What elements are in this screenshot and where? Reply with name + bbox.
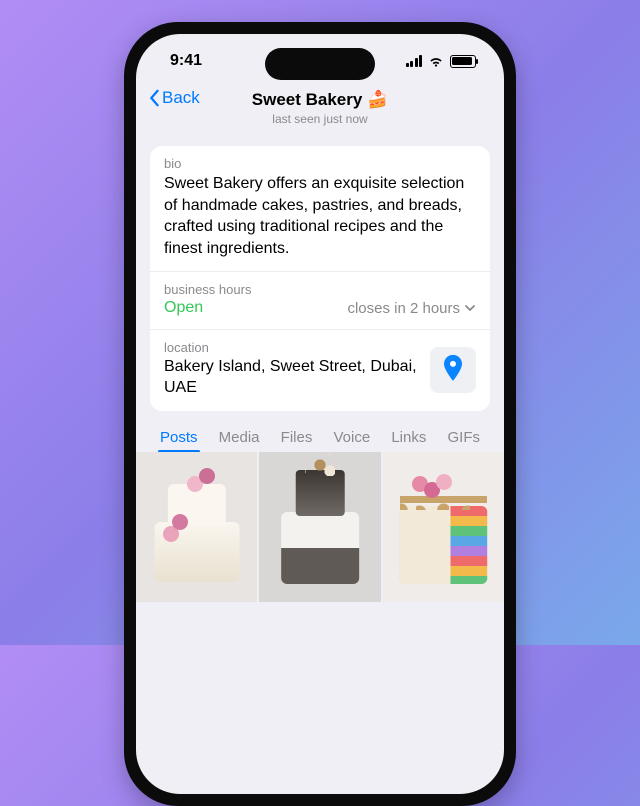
screen: 9:41 Back Sweet Bakery 🍰 last seen just … [136,34,504,794]
back-label: Back [162,88,200,108]
tab-files[interactable]: Files [281,429,313,446]
tab-posts[interactable]: Posts [160,429,198,446]
status-time: 9:41 [170,52,202,70]
tab-voice[interactable]: Voice [333,429,370,446]
location-text: Bakery Island, Sweet Street, Dubai, UAE [164,357,420,399]
hours-label: business hours [164,282,476,297]
location-label: location [164,340,420,355]
status-indicators [406,55,477,68]
map-thumbnail[interactable] [430,347,476,393]
tab-links[interactable]: Links [391,429,426,446]
info-card: bio Sweet Bakery offers an exquisite sel… [150,146,490,411]
post-thumbnail[interactable] [136,452,257,602]
chevron-down-icon [464,302,476,314]
bio-text: Sweet Bakery offers an exquisite selecti… [164,173,476,259]
post-thumbnail[interactable] [383,452,504,602]
cellular-icon [406,55,423,67]
hours-row[interactable]: business hours Open closes in 2 hours [150,271,490,329]
map-pin-icon [443,355,463,381]
hours-closes: closes in 2 hours [347,300,476,317]
content-tabs: Posts Media Files Voice Links GIFs [136,411,504,452]
phone-frame: 9:41 Back Sweet Bakery 🍰 last seen just … [124,22,516,806]
wifi-icon [428,55,444,67]
bio-row[interactable]: bio Sweet Bakery offers an exquisite sel… [150,146,490,271]
dynamic-island [265,48,375,80]
tab-gifs[interactable]: GIFs [447,429,480,446]
hours-status: Open [164,299,203,317]
page-subtitle: last seen just now [148,112,492,126]
battery-icon [450,55,476,68]
chevron-left-icon [148,89,160,107]
nav-bar: Back Sweet Bakery 🍰 last seen just now [136,88,504,136]
back-button[interactable]: Back [148,88,200,108]
posts-grid [136,452,504,602]
tab-media[interactable]: Media [219,429,260,446]
bio-label: bio [164,156,476,171]
location-row[interactable]: location Bakery Island, Sweet Street, Du… [150,329,490,411]
post-thumbnail[interactable] [259,452,380,602]
hours-closes-text: closes in 2 hours [347,300,460,317]
